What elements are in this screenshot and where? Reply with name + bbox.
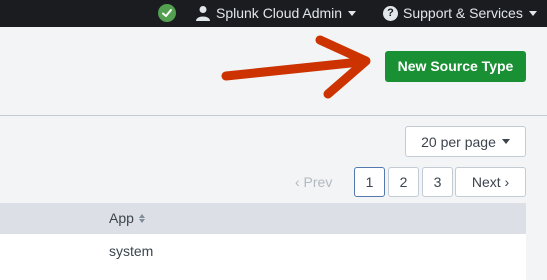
pager-next-button[interactable]: Next › <box>455 167 526 197</box>
chevron-down-icon <box>528 10 537 16</box>
table-cell-app: system <box>109 243 154 259</box>
support-menu-label: Support & Services <box>403 5 523 21</box>
checkmark-icon <box>162 9 172 17</box>
pager-prev-button[interactable]: ‹ Prev <box>295 167 341 197</box>
user-menu-label: Splunk Cloud Admin <box>216 5 343 21</box>
page-button-2[interactable]: 2 <box>388 167 419 197</box>
user-icon <box>196 6 210 21</box>
chevron-down-icon <box>348 10 357 16</box>
per-page-label: 20 per page <box>421 133 496 150</box>
health-status-icon[interactable] <box>158 4 176 22</box>
table-row <box>0 234 526 280</box>
annotation-arrow-icon <box>221 35 371 99</box>
help-icon: ? <box>383 5 398 21</box>
new-source-type-button[interactable]: New Source Type <box>385 51 526 82</box>
table-header <box>0 203 526 234</box>
support-menu[interactable]: ? Support & Services <box>383 3 537 23</box>
page-button-1[interactable]: 1 <box>354 167 385 197</box>
per-page-dropdown[interactable]: 20 per page <box>405 126 526 157</box>
column-header-label: App <box>109 210 134 226</box>
sort-icon <box>138 213 145 223</box>
top-nav-bar: Splunk Cloud Admin ? Support & Services <box>0 0 547 27</box>
chevron-down-icon <box>501 139 510 144</box>
page-button-3[interactable]: 3 <box>422 167 453 197</box>
user-menu[interactable]: Splunk Cloud Admin <box>196 3 357 23</box>
column-header-app[interactable]: App <box>109 210 145 226</box>
